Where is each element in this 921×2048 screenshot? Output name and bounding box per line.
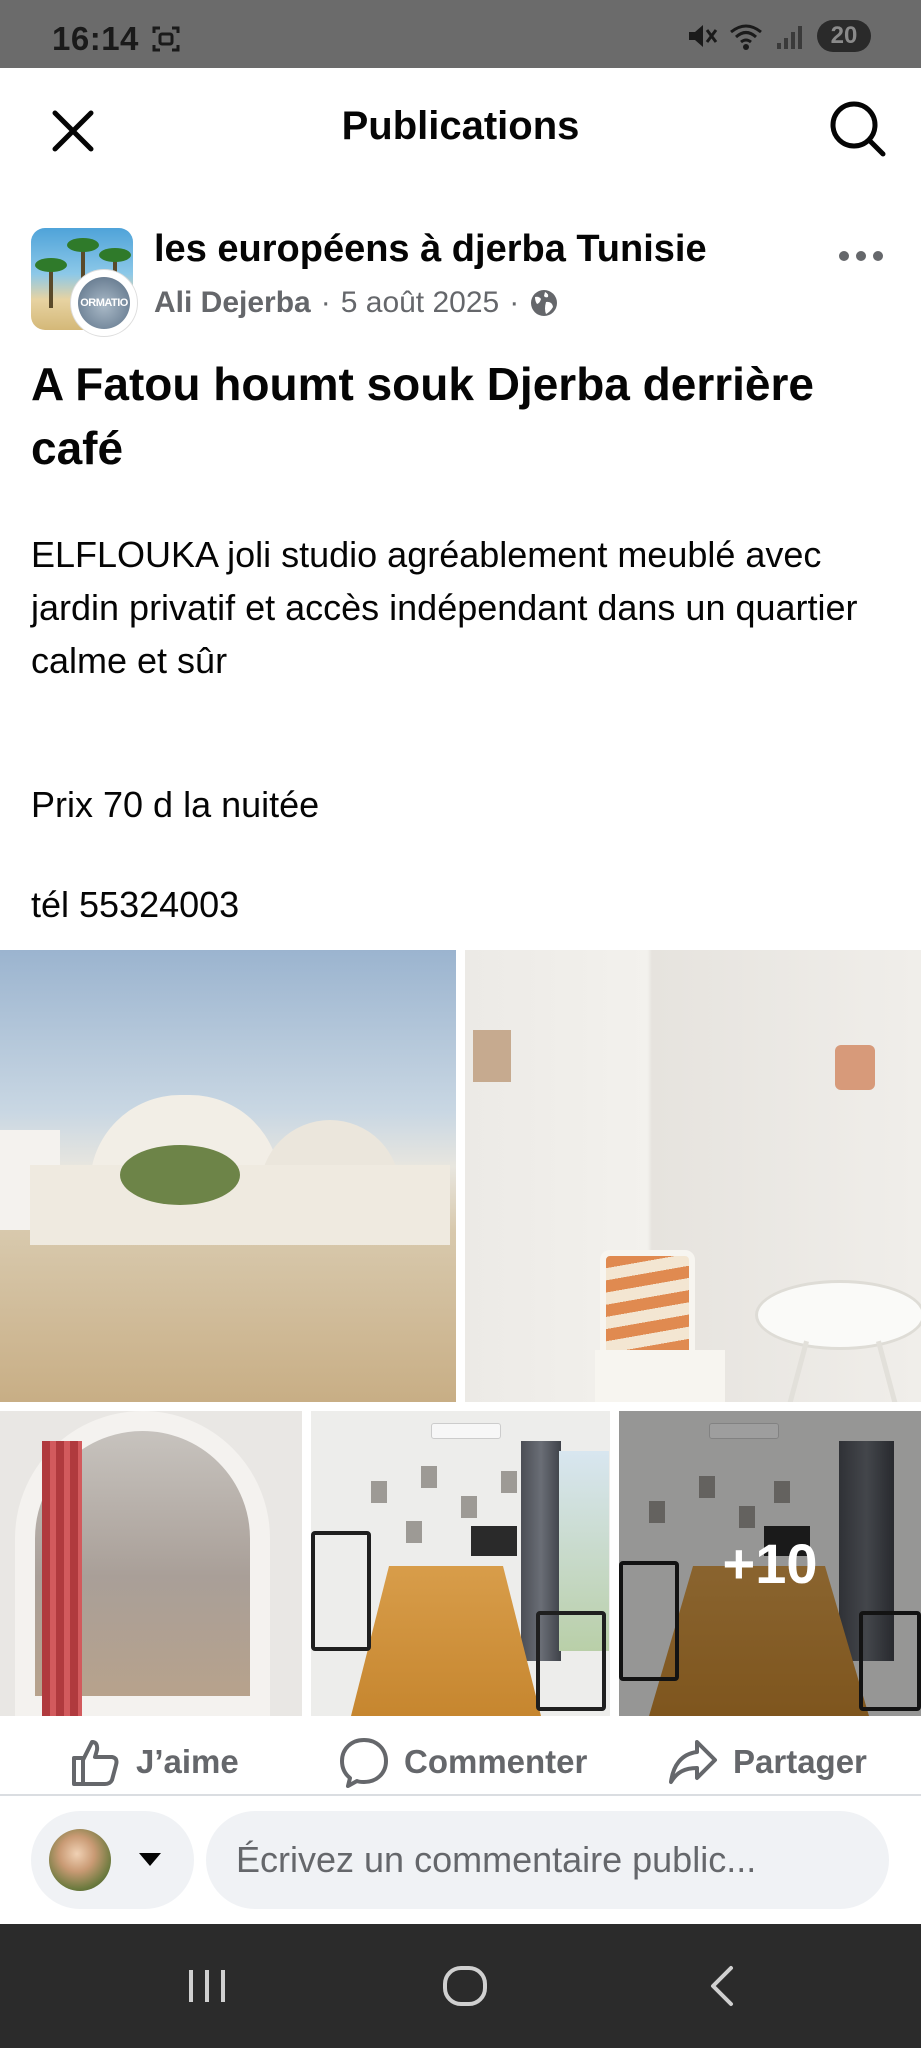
more-photos-overlay[interactable]: +10 bbox=[619, 1411, 921, 1716]
photo-studio-room[interactable] bbox=[311, 1411, 610, 1716]
photo-detail bbox=[835, 1045, 875, 1090]
palm-tree bbox=[35, 258, 67, 308]
photo-living-room[interactable] bbox=[465, 950, 921, 1402]
status-time: 16:14 bbox=[52, 20, 139, 57]
like-icon bbox=[72, 1740, 119, 1786]
post-description: ELFLOUKA joli studio agréablement meublé… bbox=[31, 534, 858, 681]
comment-button[interactable]: Commenter bbox=[338, 1734, 587, 1790]
like-button[interactable]: J’aime bbox=[70, 1734, 239, 1790]
avatar bbox=[49, 1829, 111, 1891]
author-avatar-image: ORMATIO bbox=[78, 277, 130, 329]
comment-composer bbox=[0, 1796, 921, 1924]
photo-detail bbox=[536, 1611, 606, 1711]
home-icon bbox=[443, 1966, 487, 2006]
photo-detail bbox=[471, 1526, 517, 1556]
share-button[interactable]: Partager bbox=[667, 1734, 867, 1790]
top-app-bar: Publications bbox=[0, 68, 921, 184]
search-icon bbox=[830, 101, 886, 157]
more-options-button[interactable] bbox=[831, 236, 891, 276]
search-button[interactable] bbox=[823, 94, 893, 164]
globe-icon bbox=[531, 290, 558, 316]
home-button[interactable] bbox=[425, 1956, 505, 2016]
page-title: Publications bbox=[341, 104, 580, 148]
photo-detail bbox=[786, 1340, 809, 1402]
more-dot bbox=[856, 251, 866, 261]
photo-bedroom-arch[interactable] bbox=[0, 1411, 302, 1716]
photo-detail bbox=[755, 1280, 921, 1350]
more-dot bbox=[873, 251, 883, 261]
photo-detail bbox=[351, 1566, 541, 1716]
signal-icon bbox=[777, 26, 802, 49]
comment-label: Commenter bbox=[404, 1743, 588, 1780]
system-nav-bar bbox=[0, 1924, 921, 2048]
photo-detail bbox=[876, 1340, 899, 1402]
battery-icon: 20 bbox=[817, 20, 871, 52]
more-dot bbox=[839, 251, 849, 261]
status-bar: 16:14 20 bbox=[0, 0, 921, 68]
mute-icon bbox=[689, 25, 718, 47]
back-button[interactable] bbox=[683, 1956, 763, 2016]
post-date[interactable]: 5 août 2025 bbox=[341, 286, 499, 320]
post-header: ORMATIO les européens à djerba Tunisie A… bbox=[0, 226, 921, 336]
like-label: J’aime bbox=[136, 1743, 239, 1780]
post-price: Prix 70 d la nuitée bbox=[31, 784, 320, 825]
author-avatar[interactable]: ORMATIO bbox=[71, 270, 137, 336]
author-name-link[interactable]: Ali Dejerba bbox=[154, 286, 311, 320]
photo-detail bbox=[30, 1095, 450, 1245]
meta-separator: · bbox=[320, 286, 331, 319]
post-actions: J’aime Commenter Partager bbox=[0, 1716, 921, 1794]
photo-exterior[interactable] bbox=[0, 950, 456, 1402]
photo-detail bbox=[595, 1350, 725, 1402]
meta-separator: · bbox=[509, 286, 520, 319]
photo-detail bbox=[42, 1441, 82, 1716]
wifi-icon bbox=[730, 24, 762, 50]
share-label: Partager bbox=[733, 1743, 867, 1780]
post-title: A Fatou houmt souk Djerba derrière café bbox=[31, 358, 814, 474]
comment-icon bbox=[340, 1738, 388, 1788]
photo-detail bbox=[431, 1423, 501, 1439]
avatar-badge-text: ORMATIO bbox=[80, 297, 128, 309]
more-photos-count: +10 bbox=[722, 1532, 818, 1595]
back-icon bbox=[711, 1966, 733, 2006]
photo-detail bbox=[473, 1030, 511, 1082]
recent-apps-icon bbox=[189, 1970, 225, 2002]
post-phone: tél 55324003 bbox=[31, 884, 240, 925]
share-icon bbox=[669, 1740, 717, 1784]
screenshot-icon bbox=[152, 26, 180, 52]
recent-apps-button[interactable] bbox=[167, 1956, 247, 2016]
comment-input[interactable] bbox=[206, 1811, 889, 1909]
group-name-link[interactable]: les européens à djerba Tunisie bbox=[154, 228, 707, 271]
profile-switcher[interactable] bbox=[31, 1811, 194, 1909]
photo-more[interactable]: +10 bbox=[619, 1411, 921, 1716]
caret-down-icon bbox=[139, 1853, 161, 1866]
status-icons: 20 bbox=[685, 20, 871, 52]
photo-detail bbox=[311, 1531, 371, 1651]
post-meta: Ali Dejerba · 5 août 2025 · bbox=[154, 286, 559, 320]
